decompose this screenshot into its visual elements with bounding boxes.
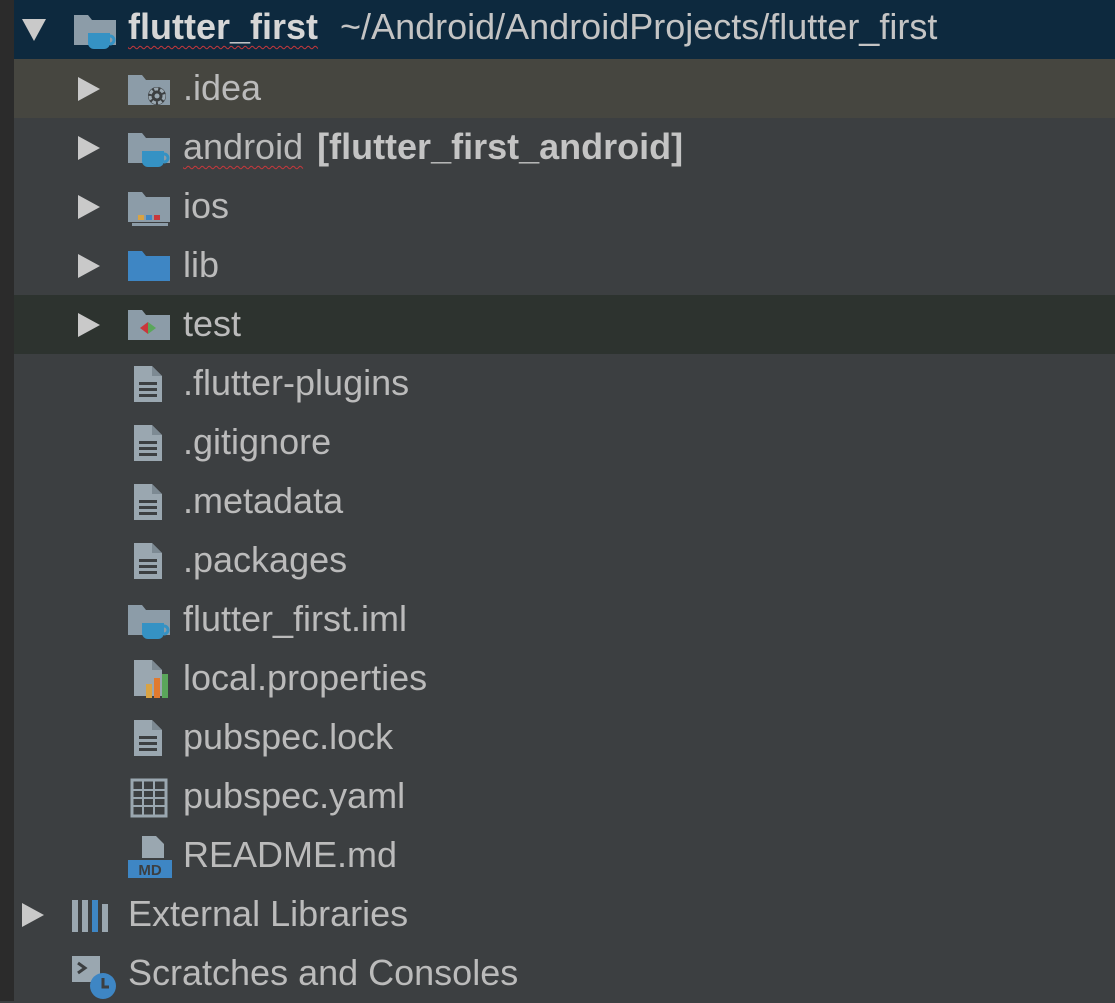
module-folder-name: android: [183, 126, 304, 167]
expand-arrow-icon[interactable]: [78, 313, 100, 337]
markdown-file-icon: MD: [128, 836, 172, 878]
tree-node-iml[interactable]: flutter_first.iml: [14, 590, 1115, 649]
project-tree: flutter_first ~/Android/AndroidProjects/…: [0, 0, 1115, 1001]
test-folder-icon: [128, 310, 170, 340]
tree-node-lib[interactable]: lib: [14, 236, 1115, 295]
root-label: flutter_first ~/Android/AndroidProjects/…: [128, 6, 937, 48]
tree-node-label: pubspec.yaml: [183, 775, 406, 816]
expand-arrow-icon[interactable]: [78, 136, 100, 160]
text-file-icon: [134, 484, 162, 520]
libraries-icon: [72, 900, 108, 932]
tree-node-readme[interactable]: MD README.md: [14, 826, 1115, 885]
project-path: ~/Android/AndroidProjects/flutter_first: [340, 6, 938, 47]
expand-arrow-icon[interactable]: [78, 254, 100, 278]
tree-node-label: pubspec.lock: [183, 716, 394, 757]
expand-arrow-icon[interactable]: [22, 903, 44, 927]
tree-node-label: lib: [183, 244, 220, 285]
tree-node-external-libraries[interactable]: External Libraries: [14, 885, 1115, 944]
tree-node-idea[interactable]: .idea: [14, 59, 1115, 118]
tree-node-label: android [flutter_first_android]: [183, 126, 683, 168]
module-name: [flutter_first_android]: [317, 126, 684, 167]
tree-node-android[interactable]: android [flutter_first_android]: [14, 118, 1115, 177]
source-folder-icon: [128, 251, 170, 281]
tree-node-label: test: [183, 303, 242, 344]
tree-node-test[interactable]: test: [14, 295, 1115, 354]
text-file-icon: [134, 543, 162, 579]
tree-node-pubspec-yaml[interactable]: pubspec.yaml: [14, 767, 1115, 826]
text-file-icon: [134, 366, 162, 402]
project-name: flutter_first: [128, 6, 319, 47]
scratches-icon: [72, 956, 116, 999]
text-file-icon: [134, 425, 162, 461]
properties-file-icon: [134, 660, 168, 698]
tree-node-pubspec-lock[interactable]: pubspec.lock: [14, 708, 1115, 767]
tree-node-ios[interactable]: ios: [14, 177, 1115, 236]
tree-node-label: README.md: [183, 834, 398, 875]
tree-node-label: ios: [183, 185, 230, 226]
tree-node-gitignore[interactable]: .gitignore: [14, 413, 1115, 472]
tree-node-label: flutter_first.iml: [183, 598, 408, 639]
tree-node-label: Scratches and Consoles: [128, 952, 519, 993]
module-file-icon: [128, 605, 170, 639]
tree-node-label: .metadata: [183, 480, 344, 521]
tree-node-root[interactable]: flutter_first ~/Android/AndroidProjects/…: [14, 0, 1115, 59]
ios-folder-icon: [128, 192, 170, 226]
expand-arrow-icon[interactable]: [78, 77, 100, 101]
markdown-badge-text: MD: [138, 862, 161, 878]
tree-node-label: .flutter-plugins: [183, 362, 410, 403]
tree-node-label: local.properties: [183, 657, 428, 698]
flutter-module-folder-icon: [74, 15, 116, 49]
tree-node-metadata[interactable]: .metadata: [14, 472, 1115, 531]
yaml-file-icon: [130, 778, 168, 818]
tree-node-label: .idea: [183, 67, 262, 108]
tree-node-label: .gitignore: [183, 421, 332, 462]
collapse-arrow-icon[interactable]: [22, 19, 46, 41]
tree-node-scratches[interactable]: Scratches and Consoles: [14, 944, 1115, 1003]
text-file-icon: [134, 720, 162, 756]
android-module-folder-icon: [128, 133, 170, 167]
tree-node-label: External Libraries: [128, 893, 409, 934]
tree-node-flutter-plugins[interactable]: .flutter-plugins: [14, 354, 1115, 413]
tree-node-local-properties[interactable]: local.properties: [14, 649, 1115, 708]
idea-config-folder-icon: [128, 75, 170, 105]
tree-node-packages[interactable]: .packages: [14, 531, 1115, 590]
expand-arrow-icon[interactable]: [78, 195, 100, 219]
tree-node-label: .packages: [183, 539, 348, 580]
tree-gutter: [0, 0, 14, 1001]
